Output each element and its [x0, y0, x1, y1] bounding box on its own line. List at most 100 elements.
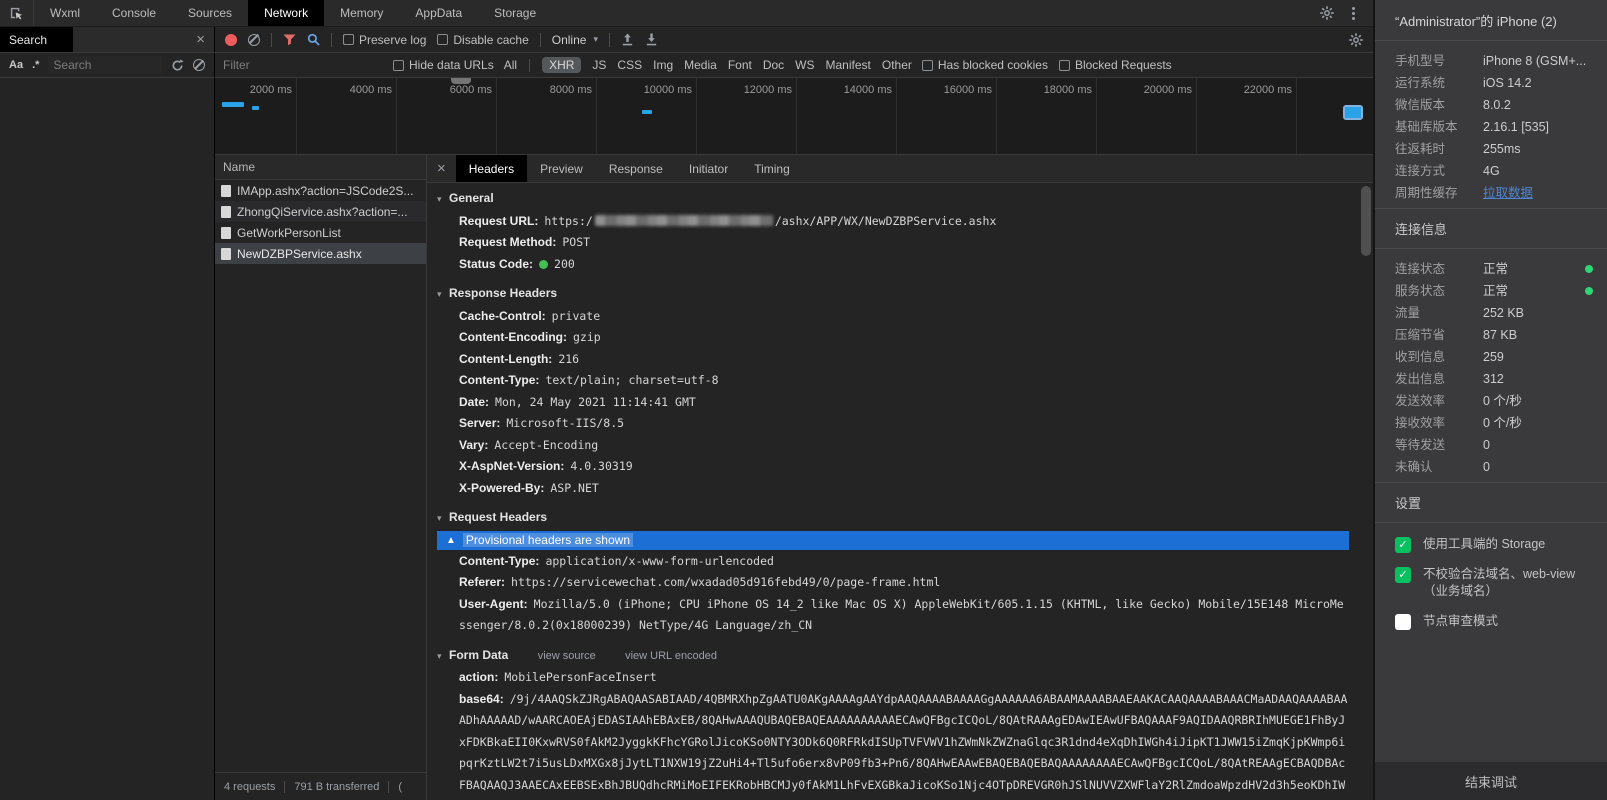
- clear-requests-icon[interactable]: [248, 33, 260, 46]
- info-row: 流量 252 KB: [1395, 302, 1591, 324]
- disable-cache-checkbox[interactable]: Disable cache: [437, 33, 529, 47]
- clear-search-icon[interactable]: [193, 59, 205, 71]
- devtools-tab[interactable]: Network: [248, 0, 325, 26]
- setting-row[interactable]: 不校验合法域名、web-view（业务域名）: [1395, 566, 1591, 600]
- header-line: X-Powered-By: ASP.NET: [459, 480, 599, 495]
- regex-button[interactable]: .*: [32, 59, 39, 71]
- info-label: 运行系统: [1395, 76, 1446, 90]
- devtools-tab[interactable]: Storage: [478, 0, 552, 26]
- settings-gear-icon[interactable]: [1320, 6, 1334, 20]
- search-controls: Aa .*: [0, 53, 215, 78]
- timeline-scroll-handle[interactable]: [451, 78, 471, 84]
- info-value: iPhone 8 (GSM+...: [1483, 54, 1587, 68]
- devtools-tab[interactable]: Sources: [172, 0, 248, 26]
- timeline-activity-bar: [642, 110, 652, 114]
- request-row[interactable]: IMApp.ashx?action=JSCode2S...: [215, 180, 426, 201]
- timeline-overview[interactable]: 2000 ms 4000 ms 6000 ms 8000 ms 10000 ms…: [215, 78, 1373, 155]
- resource-type-filter[interactable]: Other: [882, 58, 912, 72]
- divider: [331, 32, 332, 47]
- info-value: 4G: [1483, 164, 1500, 178]
- preserve-log-checkbox[interactable]: Preserve log: [343, 33, 426, 47]
- details-tab[interactable]: Timing: [741, 155, 803, 182]
- devtools-tab[interactable]: AppData: [399, 0, 478, 26]
- details-tab[interactable]: Preview: [527, 155, 596, 182]
- inspect-element-icon[interactable]: [0, 0, 34, 26]
- resource-type-filter[interactable]: All: [504, 58, 517, 72]
- throttling-dropdown[interactable]: Online ▾: [552, 33, 598, 47]
- header-line: Cache-Control: private: [459, 308, 601, 323]
- import-har-icon[interactable]: [621, 33, 634, 46]
- request-row[interactable]: NewDZBPService.ashx: [215, 243, 426, 264]
- view-source-link[interactable]: view source: [538, 650, 596, 662]
- devtools-tab[interactable]: Wxml: [34, 0, 96, 26]
- record-button[interactable]: [225, 33, 237, 46]
- info-value: 252 KB: [1483, 306, 1525, 320]
- checkbox[interactable]: [1395, 537, 1411, 553]
- filter-checkbox[interactable]: Has blocked cookies: [921, 58, 1048, 72]
- details-tab[interactable]: Initiator: [676, 155, 741, 182]
- request-row[interactable]: ZhongQiService.ashx?action=...: [215, 201, 426, 222]
- info-label: 发出信息: [1395, 372, 1446, 386]
- divider: [271, 32, 272, 47]
- refresh-icon[interactable]: [171, 58, 184, 72]
- resource-type-filter[interactable]: Doc: [763, 58, 784, 72]
- details-tab[interactable]: Response: [596, 155, 676, 182]
- request-row[interactable]: GetWorkPersonList: [215, 222, 426, 243]
- name-column-header[interactable]: Name: [215, 155, 426, 180]
- info-row: 压缩节省 87 KB: [1395, 324, 1591, 346]
- info-value[interactable]: 拉取数据: [1483, 182, 1533, 204]
- scrollbar-thumb[interactable]: [1361, 186, 1371, 256]
- search-input[interactable]: [48, 56, 162, 74]
- filter-checkbox[interactable]: Blocked Requests: [1058, 58, 1172, 72]
- checkbox[interactable]: [1395, 614, 1411, 630]
- divider: [284, 780, 286, 793]
- resource-type-filter[interactable]: JS: [592, 58, 606, 72]
- resource-type-filter[interactable]: Img: [653, 58, 673, 72]
- info-row: 连接方式 4G: [1395, 160, 1591, 182]
- info-value: 255ms: [1483, 142, 1521, 156]
- resource-type-filter[interactable]: WS: [795, 58, 814, 72]
- request-name: IMApp.ashx?action=JSCode2S...: [237, 183, 414, 198]
- checkbox[interactable]: [1395, 567, 1411, 583]
- info-row: 未确认 0: [1395, 456, 1591, 478]
- view-url-encoded-link[interactable]: view URL encoded: [625, 650, 717, 662]
- header-line: User-Agent: Mozilla/5.0 (iPhone; CPU iPho…: [459, 596, 1344, 633]
- kebab-menu-icon[interactable]: [1352, 11, 1355, 15]
- devtools-tab[interactable]: Memory: [324, 0, 399, 26]
- search-tab[interactable]: Search: [0, 27, 74, 52]
- hide-data-urls-checkbox[interactable]: Hide data URLs: [393, 58, 494, 72]
- filter-icon[interactable]: [283, 33, 296, 46]
- section-header-response[interactable]: ▾ Response Headers: [437, 283, 1349, 306]
- search-icon[interactable]: [307, 33, 320, 46]
- match-case-button[interactable]: Aa: [9, 59, 23, 71]
- resource-type-filters: All XHR JS CSS Img Media Font Doc WS Man…: [504, 57, 912, 73]
- close-details-icon[interactable]: ×: [427, 155, 456, 182]
- resource-type-filter[interactable]: Media: [684, 58, 717, 72]
- info-row: 运行系统 iOS 14.2: [1395, 72, 1591, 94]
- info-row: 连接状态 正常: [1395, 258, 1593, 280]
- resource-type-filter[interactable]: Manifest: [826, 58, 871, 72]
- network-filter-bar: Hide data URLs All XHR JS CSS Img: [215, 53, 1373, 78]
- resource-type-filter[interactable]: CSS: [617, 58, 642, 72]
- section-header-general[interactable]: ▾ General: [437, 188, 1349, 211]
- info-label: 手机型号: [1395, 54, 1446, 68]
- close-search-icon[interactable]: ×: [187, 27, 214, 52]
- network-settings-gear-icon[interactable]: [1349, 32, 1363, 47]
- section-title: General: [449, 191, 494, 205]
- devtools-tab[interactable]: Console: [96, 0, 172, 26]
- section-header-form-data[interactable]: ▾ Form Data view source view URL encoded: [437, 645, 1349, 668]
- checkbox-label: Preserve log: [359, 32, 427, 47]
- setting-row[interactable]: 使用工具端的 Storage: [1395, 536, 1591, 553]
- chevron-expanded-icon: ▾: [437, 513, 442, 523]
- section-header-request[interactable]: ▾ Request Headers: [437, 507, 1349, 530]
- resource-type-filter[interactable]: Font: [728, 58, 752, 72]
- details-tab[interactable]: Headers: [455, 155, 528, 182]
- setting-row[interactable]: 节点审查模式: [1395, 613, 1591, 630]
- resource-type-filter[interactable]: [529, 58, 531, 72]
- header-line: Content-Type: application/x-www-form-urle…: [459, 553, 774, 568]
- export-har-icon[interactable]: [645, 33, 658, 46]
- header-line: Request Method: POST: [459, 235, 591, 249]
- filter-input[interactable]: [223, 58, 383, 72]
- end-debug-button[interactable]: 结束调试: [1375, 762, 1607, 800]
- resource-type-filter[interactable]: XHR: [542, 57, 582, 73]
